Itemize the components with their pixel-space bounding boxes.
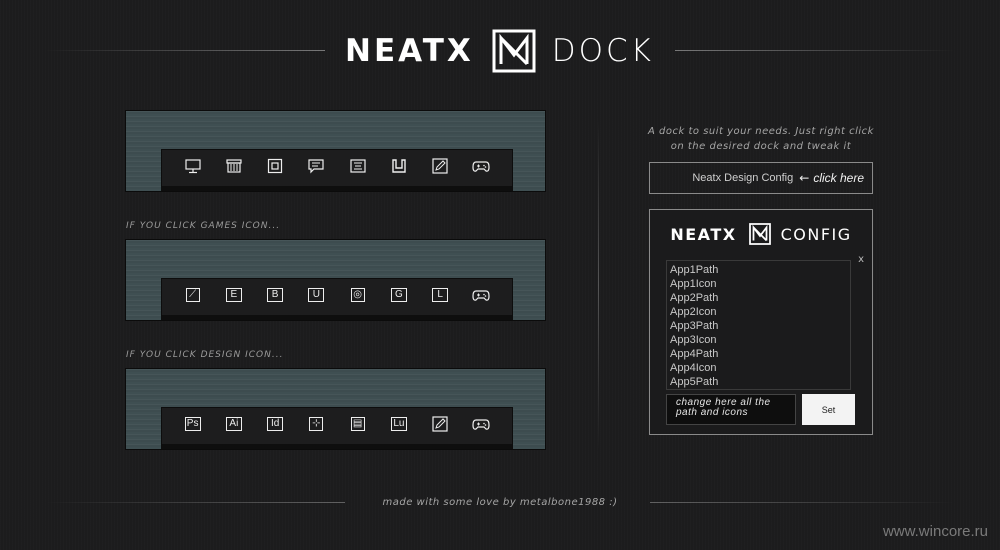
credits-text: made with some love by metalbone1988 :) xyxy=(382,497,618,508)
list-item[interactable]: App2Icon xyxy=(670,305,847,319)
design-section-label: IF YOU CLICK DESIGN ICON... xyxy=(126,350,284,360)
gamepad-icon[interactable] xyxy=(472,157,490,175)
archive-icon[interactable] xyxy=(225,157,243,175)
list-item[interactable]: App4Path xyxy=(670,347,847,361)
photoshop-icon[interactable]: Ps xyxy=(184,415,202,433)
arrow-left-icon: ← xyxy=(799,171,810,185)
u-icon[interactable]: U xyxy=(307,286,325,304)
gamepad-icon[interactable] xyxy=(472,415,490,433)
l-icon[interactable]: L xyxy=(431,286,449,304)
pen-icon[interactable] xyxy=(431,415,449,433)
description-text: A dock to suit your needs. Just right cl… xyxy=(648,126,874,152)
list-item[interactable]: App4Icon xyxy=(670,361,847,375)
dock-preview-design: Ps Ai Id ⊹ ▤ Lu xyxy=(125,368,546,450)
neatx-logo-icon xyxy=(748,223,771,245)
list-item[interactable]: App5Path xyxy=(670,375,847,389)
list-item[interactable]: App3Icon xyxy=(670,333,847,347)
watermark: www.wincore.ru xyxy=(882,523,988,540)
pen-icon[interactable] xyxy=(431,157,449,175)
steam-icon[interactable]: ⟋ xyxy=(184,286,202,304)
list-item[interactable]: App1Path xyxy=(670,263,847,277)
square-icon[interactable] xyxy=(266,157,284,175)
games-section-label: IF YOU CLICK GAMES ICON... xyxy=(126,221,281,231)
click-here-hint: click here xyxy=(813,171,864,185)
list-item[interactable]: App3Path xyxy=(670,319,847,333)
dock-bar xyxy=(161,149,513,191)
vertical-divider xyxy=(598,120,599,450)
neatx-logo-icon xyxy=(492,29,536,73)
dock-bar: ⟋ E B U ◎ G L xyxy=(161,278,513,320)
lightroom-icon[interactable]: Lu xyxy=(390,415,408,433)
open-config-button[interactable]: Neatx Design Config ← click here xyxy=(649,162,873,194)
document-icon[interactable] xyxy=(349,157,367,175)
path-input[interactable]: change here all the path and icons xyxy=(666,394,796,425)
list-item[interactable]: App1Icon xyxy=(670,277,847,291)
product-text: DOCK xyxy=(551,33,655,69)
magnet-icon[interactable] xyxy=(390,157,408,175)
brand-text: NEATX xyxy=(345,33,474,69)
app-title: NEATX DOCK xyxy=(345,28,654,74)
header-divider-right xyxy=(675,50,955,51)
b-icon[interactable]: B xyxy=(266,286,284,304)
g-icon[interactable]: G xyxy=(390,286,408,304)
monitor-icon[interactable] xyxy=(184,157,202,175)
set-button[interactable]: Set xyxy=(802,394,855,425)
dock-preview-games: ⟋ E B U ◎ G L xyxy=(125,239,546,321)
indesign-icon[interactable]: Id xyxy=(266,415,284,433)
dock-bar: Ps Ai Id ⊹ ▤ Lu xyxy=(161,407,513,449)
gamepad-icon[interactable] xyxy=(472,286,490,304)
config-brand-text: NEATX xyxy=(670,224,737,244)
list-item[interactable]: App2Path xyxy=(670,291,847,305)
config-title-text: CONFIG xyxy=(780,224,852,244)
config-button-label: Neatx Design Config xyxy=(692,172,794,184)
header-divider-left xyxy=(45,50,325,51)
chat-icon[interactable] xyxy=(307,157,325,175)
origin-icon[interactable]: ◎ xyxy=(349,286,367,304)
config-panel: NEATX CONFIG x App1Path App1Icon App2Pat… xyxy=(649,209,873,435)
e-icon[interactable]: E xyxy=(225,286,243,304)
illustrator-icon[interactable]: Ai xyxy=(225,415,243,433)
layout-icon[interactable]: ▤ xyxy=(349,415,367,433)
dock-preview-main xyxy=(125,110,546,192)
crosshair-icon[interactable]: ⊹ xyxy=(307,415,325,433)
close-icon[interactable]: x xyxy=(858,254,864,265)
config-title: NEATX CONFIG xyxy=(650,223,872,245)
config-list[interactable]: App1Path App1Icon App2Path App2Icon App3… xyxy=(666,260,851,390)
